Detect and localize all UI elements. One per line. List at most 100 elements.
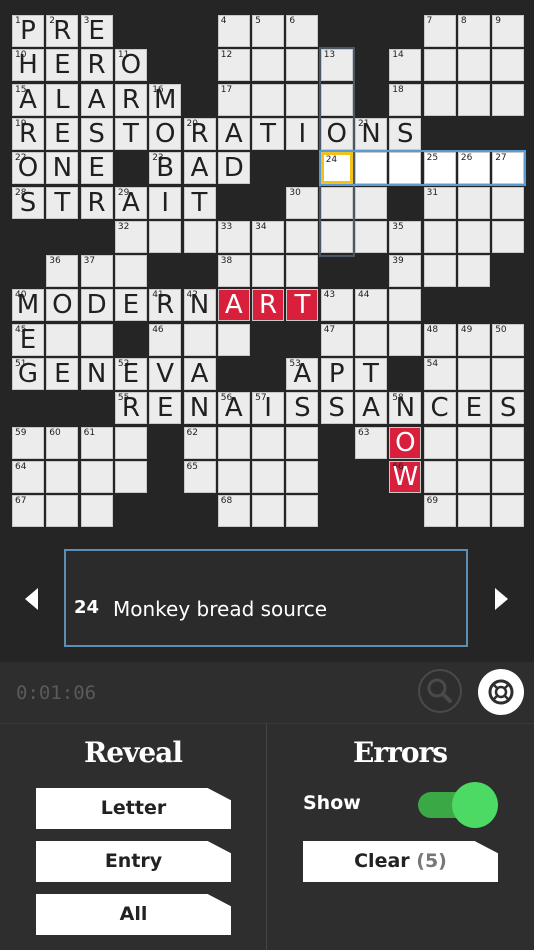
grid-cell[interactable] (423, 255, 456, 288)
grid-cell[interactable] (114, 255, 147, 288)
grid-cell[interactable] (320, 83, 353, 116)
grid-cell[interactable] (252, 460, 285, 493)
grid-cell[interactable]: 7 (423, 15, 456, 47)
grid-cell[interactable]: 57 I (252, 392, 285, 425)
grid-cell[interactable]: 26 (457, 152, 490, 185)
grid-cell[interactable]: 54 (423, 358, 456, 390)
grid-cell[interactable]: S (320, 392, 353, 425)
grid-cell[interactable] (492, 426, 525, 459)
grid-cell[interactable] (217, 460, 250, 493)
grid-cell[interactable]: 37 (80, 255, 113, 288)
grid-cell[interactable]: 19 R (12, 117, 44, 150)
grid-cell[interactable]: S (286, 392, 319, 425)
grid-cell[interactable]: 64 (12, 460, 44, 493)
grid-cell[interactable]: T (286, 289, 319, 322)
grid-cell[interactable]: 32 (114, 220, 147, 253)
grid-cell[interactable]: E (149, 392, 182, 425)
reveal-entry-button[interactable]: Entry (36, 841, 231, 882)
grid-cell[interactable]: 49 (457, 323, 490, 356)
grid-cell[interactable]: 8 (457, 15, 490, 47)
grid-cell[interactable]: R (114, 83, 147, 116)
grid-cell[interactable] (492, 49, 525, 82)
grid-cell[interactable]: 5 (252, 15, 285, 47)
grid-cell[interactable]: 50 (492, 323, 525, 356)
grid-cell[interactable] (286, 426, 319, 459)
grid-cell[interactable]: T (355, 358, 387, 390)
grid-cell[interactable] (252, 83, 285, 116)
grid-cell[interactable]: 29 A (114, 186, 147, 219)
grid-cell[interactable]: 62 (183, 426, 216, 459)
grid-cell[interactable]: E (80, 152, 113, 185)
grid-cell[interactable]: A (183, 152, 216, 185)
grid-cell[interactable] (80, 460, 113, 493)
grid-cell[interactable]: 4 (217, 15, 250, 47)
grid-cell[interactable]: 59 (12, 426, 44, 459)
grid-cell[interactable] (286, 220, 319, 253)
grid-cell[interactable]: 39 (389, 255, 422, 288)
grid-cell[interactable] (492, 186, 525, 219)
grid-cell[interactable]: 15 A (12, 83, 44, 116)
grid-cell[interactable]: E (46, 117, 79, 150)
grid-cell[interactable]: 33 (217, 220, 250, 253)
grid-cell[interactable]: A (183, 358, 216, 390)
grid-cell[interactable]: 3E (80, 15, 113, 47)
grid-cell[interactable] (389, 289, 422, 322)
grid-cell[interactable]: E (46, 49, 79, 82)
grid-cell[interactable]: 34 (252, 220, 285, 253)
grid-cell[interactable] (389, 152, 422, 185)
grid-cell[interactable]: 38 (217, 255, 250, 288)
grid-cell[interactable] (355, 323, 387, 356)
grid-cell[interactable]: 10 H (12, 49, 44, 82)
grid-cell[interactable]: 43 (320, 289, 353, 322)
grid-cell[interactable] (286, 83, 319, 116)
grid-cell[interactable]: N (46, 152, 79, 185)
grid-cell[interactable]: 60 (46, 426, 79, 459)
grid-cell[interactable] (217, 323, 250, 356)
grid-cell[interactable] (286, 49, 319, 82)
grid-cell[interactable] (423, 460, 456, 493)
grid-cell[interactable]: I (149, 186, 182, 219)
grid-cell[interactable] (492, 495, 525, 528)
grid-cell[interactable]: 27 (492, 152, 525, 185)
grid-cell[interactable]: P (320, 358, 353, 390)
grid-cell[interactable]: 35 (389, 220, 422, 253)
grid-cell[interactable] (457, 426, 490, 459)
grid-cell[interactable] (252, 255, 285, 288)
grid-cell[interactable] (286, 255, 319, 288)
grid-cell[interactable]: 20 R (183, 117, 216, 150)
grid-cell[interactable]: L (46, 83, 79, 116)
grid-cell[interactable] (457, 186, 490, 219)
grid-cell[interactable]: 58 N (389, 392, 422, 425)
grid-cell[interactable]: 48 (423, 323, 456, 356)
grid-cell[interactable]: D (217, 152, 250, 185)
grid-cell[interactable]: T (183, 186, 216, 219)
grid-cell[interactable]: 12 (217, 49, 250, 82)
grid-cell[interactable]: 28 S (12, 186, 44, 219)
lifebuoy-icon[interactable] (478, 669, 524, 715)
grid-cell[interactable]: A (217, 289, 250, 322)
grid-cell[interactable]: 44 (355, 289, 387, 322)
reveal-all-button[interactable]: All (36, 894, 231, 935)
grid-cell[interactable]: E (46, 358, 79, 390)
grid-cell[interactable]: 56 A (217, 392, 250, 425)
grid-cell[interactable] (457, 358, 490, 390)
grid-cell[interactable] (46, 323, 79, 356)
grid-cell[interactable]: S (492, 392, 525, 425)
grid-cell[interactable] (355, 186, 387, 219)
grid-cell[interactable]: 46 (149, 323, 182, 356)
grid-cell[interactable] (457, 49, 490, 82)
grid-cell[interactable] (423, 426, 456, 459)
grid-cell[interactable]: 25 (423, 152, 456, 185)
grid-cell-current[interactable]: 24 (320, 152, 353, 185)
grid-cell[interactable]: T (46, 186, 79, 219)
grid-cell[interactable] (183, 220, 216, 253)
grid-cell[interactable]: T (114, 117, 147, 150)
grid-cell[interactable]: 14 (389, 49, 422, 82)
grid-cell[interactable]: 69 (423, 495, 456, 528)
magnifier-icon[interactable] (418, 669, 462, 713)
chevron-right-icon[interactable] (495, 588, 508, 610)
grid-cell[interactable] (320, 186, 353, 219)
grid-cell[interactable] (492, 460, 525, 493)
grid-cell[interactable]: 6 (286, 15, 319, 47)
grid-cell[interactable] (457, 495, 490, 528)
